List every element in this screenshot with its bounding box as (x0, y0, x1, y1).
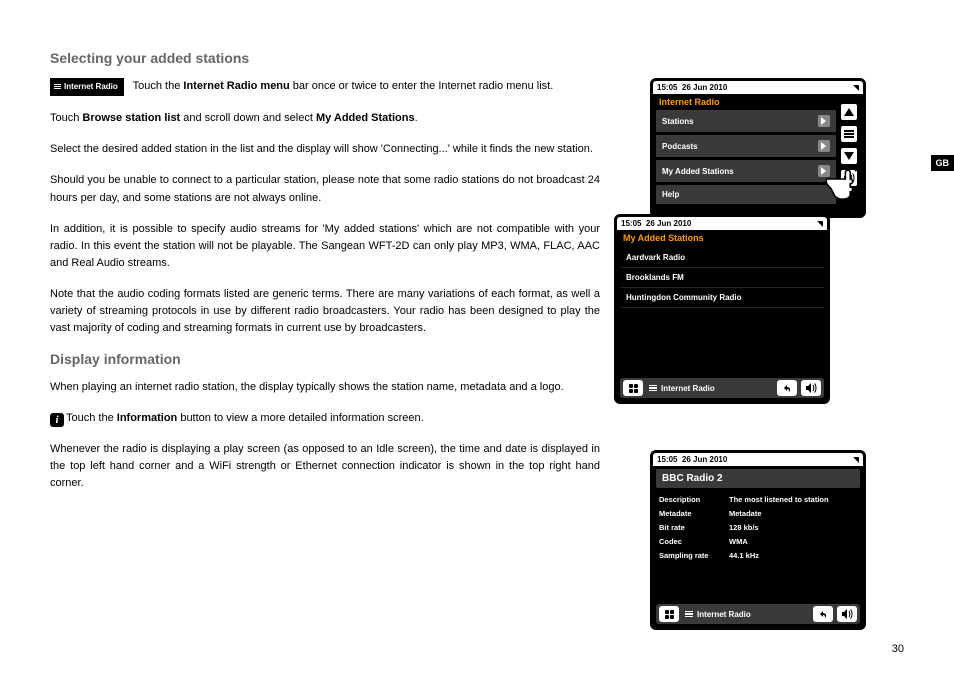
station-item[interactable]: Aardvark Radio (620, 248, 824, 268)
wifi-icon (817, 221, 823, 227)
info-value: The most listened to station (729, 495, 857, 504)
speaker-icon (841, 608, 853, 620)
status-bar: 15:05 26 Jun 2010 (653, 81, 863, 94)
back-button[interactable] (777, 380, 797, 396)
status-time: 15:05 (657, 83, 677, 92)
volume-button[interactable] (801, 380, 821, 396)
paragraph-8: iTouch the Information button to view a … (50, 410, 600, 427)
footer-label[interactable]: Internet Radio (683, 610, 809, 619)
status-time: 15:05 (657, 455, 677, 464)
info-value: Metadate (729, 509, 857, 518)
home-button[interactable] (623, 380, 643, 396)
screen-station-info: 15:05 26 Jun 2010 BBC Radio 2 Descriptio… (650, 450, 866, 630)
info-value: 44.1 kHz (729, 551, 857, 560)
speaker-icon (843, 172, 855, 184)
internet-radio-tag: Internet Radio (50, 78, 124, 96)
footer-label[interactable]: Internet Radio (647, 384, 773, 393)
tag-label: Internet Radio (64, 82, 118, 91)
menu-item-my-added-stations[interactable]: My Added Stations (656, 160, 836, 182)
page-number: 30 (892, 643, 904, 655)
screen-title: Internet Radio (653, 94, 839, 110)
information-icon: i (50, 413, 64, 427)
back-button[interactable] (813, 606, 833, 622)
footer-bar: Internet Radio (656, 604, 860, 624)
paragraph-1: Internet Radio Touch the Internet Radio … (50, 78, 600, 96)
chevron-right-icon (818, 115, 830, 127)
screenshots-column: 15:05 26 Jun 2010 Internet Radio Station… (630, 50, 900, 506)
menu-icon (844, 129, 854, 140)
chevron-right-icon (818, 165, 830, 177)
triangle-down-icon (844, 152, 854, 160)
section-heading-2: Display information (50, 351, 600, 367)
home-button[interactable] (659, 606, 679, 622)
info-value: 128 kb/s (729, 523, 857, 532)
menu-item-help[interactable]: Help (656, 185, 836, 204)
status-bar: 15:05 26 Jun 2010 (653, 453, 863, 466)
status-time: 15:05 (621, 219, 641, 228)
grid-icon (629, 384, 638, 393)
section-heading-1: Selecting your added stations (50, 50, 600, 66)
menu-icon (685, 611, 693, 618)
menu-item-stations[interactable]: Stations (656, 110, 836, 132)
paragraph-9: Whenever the radio is displaying a play … (50, 441, 600, 492)
volume-button[interactable] (840, 169, 858, 187)
paragraph-5: In addition, it is possible to specify a… (50, 221, 600, 272)
wifi-icon (853, 85, 859, 91)
station-item[interactable]: Huntingdon Community Radio (620, 288, 824, 308)
speaker-icon (805, 382, 817, 394)
body-text-column: Selecting your added stations Internet R… (50, 50, 630, 506)
menu-item-podcasts[interactable]: Podcasts (656, 135, 836, 157)
chevron-right-icon (818, 140, 830, 152)
back-icon (817, 608, 829, 620)
station-item[interactable]: Brooklands FM (620, 268, 824, 288)
volume-button[interactable] (837, 606, 857, 622)
info-label: Bit rate (659, 523, 729, 532)
paragraph-6: Note that the audio coding formats liste… (50, 286, 600, 337)
screen-internet-radio-menu: 15:05 26 Jun 2010 Internet Radio Station… (650, 78, 866, 218)
triangle-up-icon (844, 108, 854, 116)
info-label: Codec (659, 537, 729, 546)
paragraph-3: Select the desired added station in the … (50, 141, 600, 158)
info-grid: DescriptionThe most listened to station … (659, 491, 857, 584)
scroll-down-button[interactable] (840, 147, 858, 165)
status-date: 26 Jun 2010 (682, 83, 727, 92)
scroll-up-button[interactable] (840, 103, 858, 121)
screen-title: My Added Stations (617, 230, 827, 246)
info-label: Sampling rate (659, 551, 729, 560)
paragraph-4: Should you be unable to connect to a par… (50, 172, 600, 206)
station-name: BBC Radio 2 (656, 469, 860, 488)
wifi-icon (853, 457, 859, 463)
paragraph-2: Touch Browse station list and scroll dow… (50, 110, 600, 127)
menu-button[interactable] (840, 125, 858, 143)
screen-my-added-stations: 15:05 26 Jun 2010 My Added Stations Aard… (614, 214, 830, 404)
info-label: Metadate (659, 509, 729, 518)
grid-icon (665, 610, 674, 619)
footer-bar: Internet Radio (620, 378, 824, 398)
info-label: Description (659, 495, 729, 504)
language-tab: GB (931, 155, 954, 171)
status-date: 26 Jun 2010 (682, 455, 727, 464)
menu-icon (649, 385, 657, 392)
back-icon (781, 382, 793, 394)
status-date: 26 Jun 2010 (646, 219, 691, 228)
info-value: WMA (729, 537, 857, 546)
paragraph-7: When playing an internet radio station, … (50, 379, 600, 396)
status-bar: 15:05 26 Jun 2010 (617, 217, 827, 230)
